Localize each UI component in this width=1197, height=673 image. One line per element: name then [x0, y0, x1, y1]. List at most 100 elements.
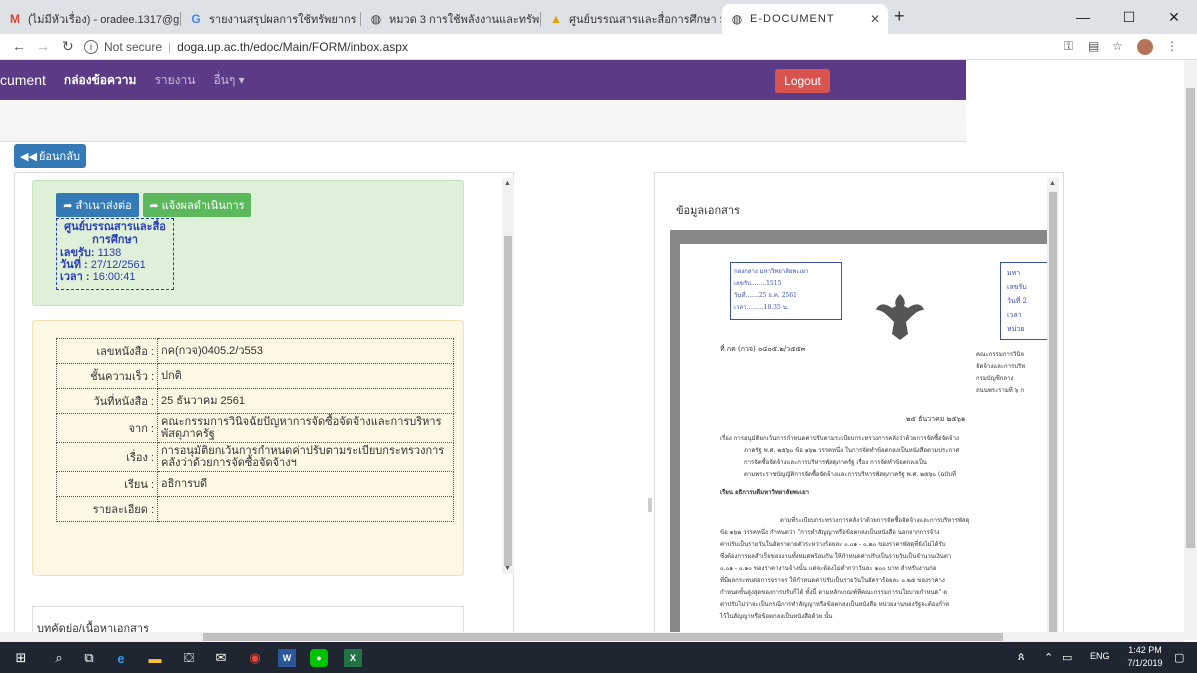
splitter-handle[interactable]	[648, 498, 652, 512]
line-icon[interactable]: ●	[310, 649, 328, 667]
scroll-up-icon[interactable]: ▲	[504, 180, 511, 187]
tray-chevron-icon[interactable]: ⌃	[1044, 651, 1053, 664]
stamp-line: วันที่ 2	[1007, 297, 1028, 305]
nav-item-inbox[interactable]: กล่องข้อความ	[64, 71, 137, 90]
forward-arrow-icon[interactable]: →	[36, 38, 50, 54]
bookmark-star-icon[interactable]: ☆	[1112, 39, 1123, 53]
scrollbar-thumb[interactable]	[1186, 88, 1195, 548]
people-icon[interactable]: ጰ	[1018, 651, 1025, 664]
stamp-date-row: วันที่ : 27/12/2561	[60, 259, 170, 271]
back-button[interactable]: ◀◀ ย้อนกลับ	[14, 144, 86, 168]
browser-tab-strip: M (ไม่มีหัวเรื่อง) - oradee.1317@gmail ✕…	[0, 0, 1197, 34]
clock-time: 1:42 PM	[1128, 645, 1162, 655]
report-result-label: แจ้งผลดำเนินการ	[161, 200, 245, 212]
browser-tab-active[interactable]: ◍ E-DOCUMENT ✕	[722, 4, 888, 34]
url-bar[interactable]: i Not secure | doga.up.ac.th/edoc/Main/F…	[84, 37, 1044, 57]
browser-tab[interactable]: ▲ ศูนย์บรรณสารและสื่อการศึกษา มหาวิทยา ✕	[541, 4, 721, 34]
new-tab-button[interactable]: +	[894, 6, 905, 27]
close-tab-icon[interactable]: ✕	[864, 12, 880, 26]
browser-tab[interactable]: M (ไม่มีหัวเรื่อง) - oradee.1317@gmail ✕	[0, 4, 181, 34]
language-indicator[interactable]: ENG	[1090, 651, 1110, 661]
share-arrow-icon: ➦	[63, 199, 73, 212]
task-view-icon[interactable]: ⧉	[80, 649, 98, 667]
document-viewer[interactable]: กองกลาง มหาวิทยาลัยพะเยา เลขรับ........1…	[670, 230, 1048, 642]
scrollbar-thumb[interactable]	[203, 633, 1003, 641]
metadata-row: วันที่หนังสือ :25 ธันวาคม 2561	[56, 388, 454, 414]
metadata-value: ปกติ	[157, 363, 454, 389]
stamp-line: กองกลาง มหาวิทยาลัยพะเยา	[734, 268, 809, 275]
metadata-value: อธิการบดี	[157, 471, 454, 497]
metadata-row: เรื่อง : การอนุมัติยกเว้นการกำหนดค่าปรับต…	[56, 442, 454, 472]
menu-dots-icon[interactable]: ⋮	[1166, 39, 1178, 53]
nav-item-report[interactable]: รายงาน	[154, 71, 195, 90]
store-icon[interactable]: ⛋	[180, 649, 198, 667]
metadata-label: เรียน :	[56, 471, 158, 497]
taskbar-clock[interactable]: 1:42 PM 7/1/2019	[1124, 644, 1166, 670]
notification-icon[interactable]: ▢	[1174, 651, 1184, 664]
page-subject-line: เรื่อง การอนุมัติยกเว้นการกำหนดค่าปรับตา…	[720, 435, 959, 442]
file-explorer-icon[interactable]: ▬	[146, 649, 164, 667]
metadata-value: คณะกรรมการวินิจฉัยปัญหาการจัดซื้อจัดจ้าง…	[157, 413, 454, 443]
scroll-down-icon[interactable]: ▼	[504, 565, 511, 572]
profile-avatar[interactable]	[1137, 39, 1153, 55]
stamp-time-label: เวลา :	[60, 271, 90, 283]
browser-tab[interactable]: ◍ หมวด 3 การใช้พลังงานและทรัพยากร (… ✕	[361, 4, 541, 34]
page-ref-no: ที่ กค (กวจ) ๐๔๐๕.๒/ว๕๕๓	[720, 345, 806, 353]
app-navbar: cument กล่องข้อความ รายงาน อื่นๆ ▾ Logou…	[0, 60, 966, 100]
metadata-value: การอนุมัติยกเว้นการกำหนดค่าปรับตามระเบีย…	[157, 442, 454, 472]
page-scrollbar[interactable]	[1184, 60, 1197, 640]
page-org-line: ถนนพระรามที่ ๖ ก	[976, 387, 1024, 394]
google-icon: G	[191, 12, 201, 26]
key-icon[interactable]: ⚿	[1064, 39, 1073, 54]
minimize-button[interactable]: —	[1060, 0, 1106, 34]
stamp-date: 27/12/2561	[90, 259, 146, 271]
address-toolbar: ← → ↻ i Not secure | doga.up.ac.th/edoc/…	[0, 34, 1197, 60]
nav-item-more[interactable]: อื่นๆ ▾	[213, 71, 244, 90]
scrollbar-thumb[interactable]	[504, 236, 512, 566]
forward-copy-button[interactable]: ➦ สำเนาส่งต่อ	[56, 193, 139, 217]
logout-button[interactable]: Logout	[775, 69, 830, 93]
chrome-icon[interactable]: ◉	[246, 649, 264, 667]
metadata-label: เลขหนังสือ :	[56, 338, 158, 364]
word-icon[interactable]: W	[278, 649, 296, 667]
extension-icon[interactable]: ▤	[1088, 39, 1099, 53]
page-subject-line: ตามพระราชบัญญัติการจัดซื้อจัดจ้างและการบ…	[744, 471, 956, 478]
excel-icon[interactable]: X	[344, 649, 362, 667]
stamp-line: เวลา	[1007, 311, 1022, 319]
metadata-value: กค(กวจ)0405.2/ว553	[157, 338, 454, 364]
doc-icon: ▲	[550, 12, 562, 26]
metadata-row: รายละเอียด :	[56, 496, 454, 522]
metadata-label: รายละเอียด :	[56, 496, 158, 522]
horizontal-scrollbar[interactable]	[0, 632, 1184, 642]
scrollbar-thumb[interactable]	[1049, 192, 1057, 632]
url-text: doga.up.ac.th/edoc/Main/FORM/inbox.aspx	[177, 40, 408, 54]
reload-icon[interactable]: ↻	[62, 38, 74, 55]
stamp-line: เวลา.........10.35 น.	[734, 304, 789, 311]
scroll-up-icon[interactable]: ▲	[1049, 180, 1056, 187]
stamp-number-row: เลขรับ: 1138	[60, 247, 170, 259]
garuda-emblem-icon	[876, 294, 924, 340]
info-icon[interactable]: i	[84, 40, 98, 54]
left-panel-scrollbar[interactable]: ▲ ▼	[502, 178, 514, 574]
page-body-line: ซึ่งต้องการผลสำเร็จของงานทั้งหมดพร้อมกัน…	[720, 553, 952, 560]
back-button-label: ย้อนกลับ	[38, 151, 80, 163]
receiving-stamp-2: มหา เลขรับ วันที่ 2 เวลา หน่วย	[1000, 262, 1048, 340]
stamp-number: 1138	[97, 247, 122, 259]
search-icon[interactable]: ⌕	[50, 649, 68, 667]
stamp-time-row: เวลา : 16:00:41	[60, 271, 170, 283]
right-panel-scrollbar[interactable]: ▲	[1047, 178, 1059, 638]
page-subject-line: การจัดซื้อจัดจ้างและการบริหารพัสดุภาครัฐ…	[744, 459, 927, 466]
network-icon[interactable]: ▭	[1062, 651, 1072, 664]
stamp-number-label: เลขรับ:	[60, 247, 95, 259]
mail-icon[interactable]: ✉	[212, 649, 230, 667]
edge-icon[interactable]: e	[112, 649, 130, 667]
back-arrow-icon[interactable]: ←	[12, 38, 26, 54]
app-brand[interactable]: cument	[0, 72, 46, 88]
browser-tab[interactable]: G รายงานสรุปผลการใช้ทรัพยากร - ค้นหาด้วย…	[181, 4, 361, 34]
close-window-button[interactable]: ✕	[1151, 0, 1197, 34]
maximize-button[interactable]: ☐	[1106, 0, 1152, 34]
url-separator: |	[168, 40, 172, 54]
windows-start-icon[interactable]: ⊞	[12, 649, 30, 667]
report-result-button[interactable]: ➦ แจ้งผลดำเนินการ	[143, 193, 251, 217]
page-date: ๒๕ ธันวาคม ๒๕๖๑	[906, 415, 966, 423]
